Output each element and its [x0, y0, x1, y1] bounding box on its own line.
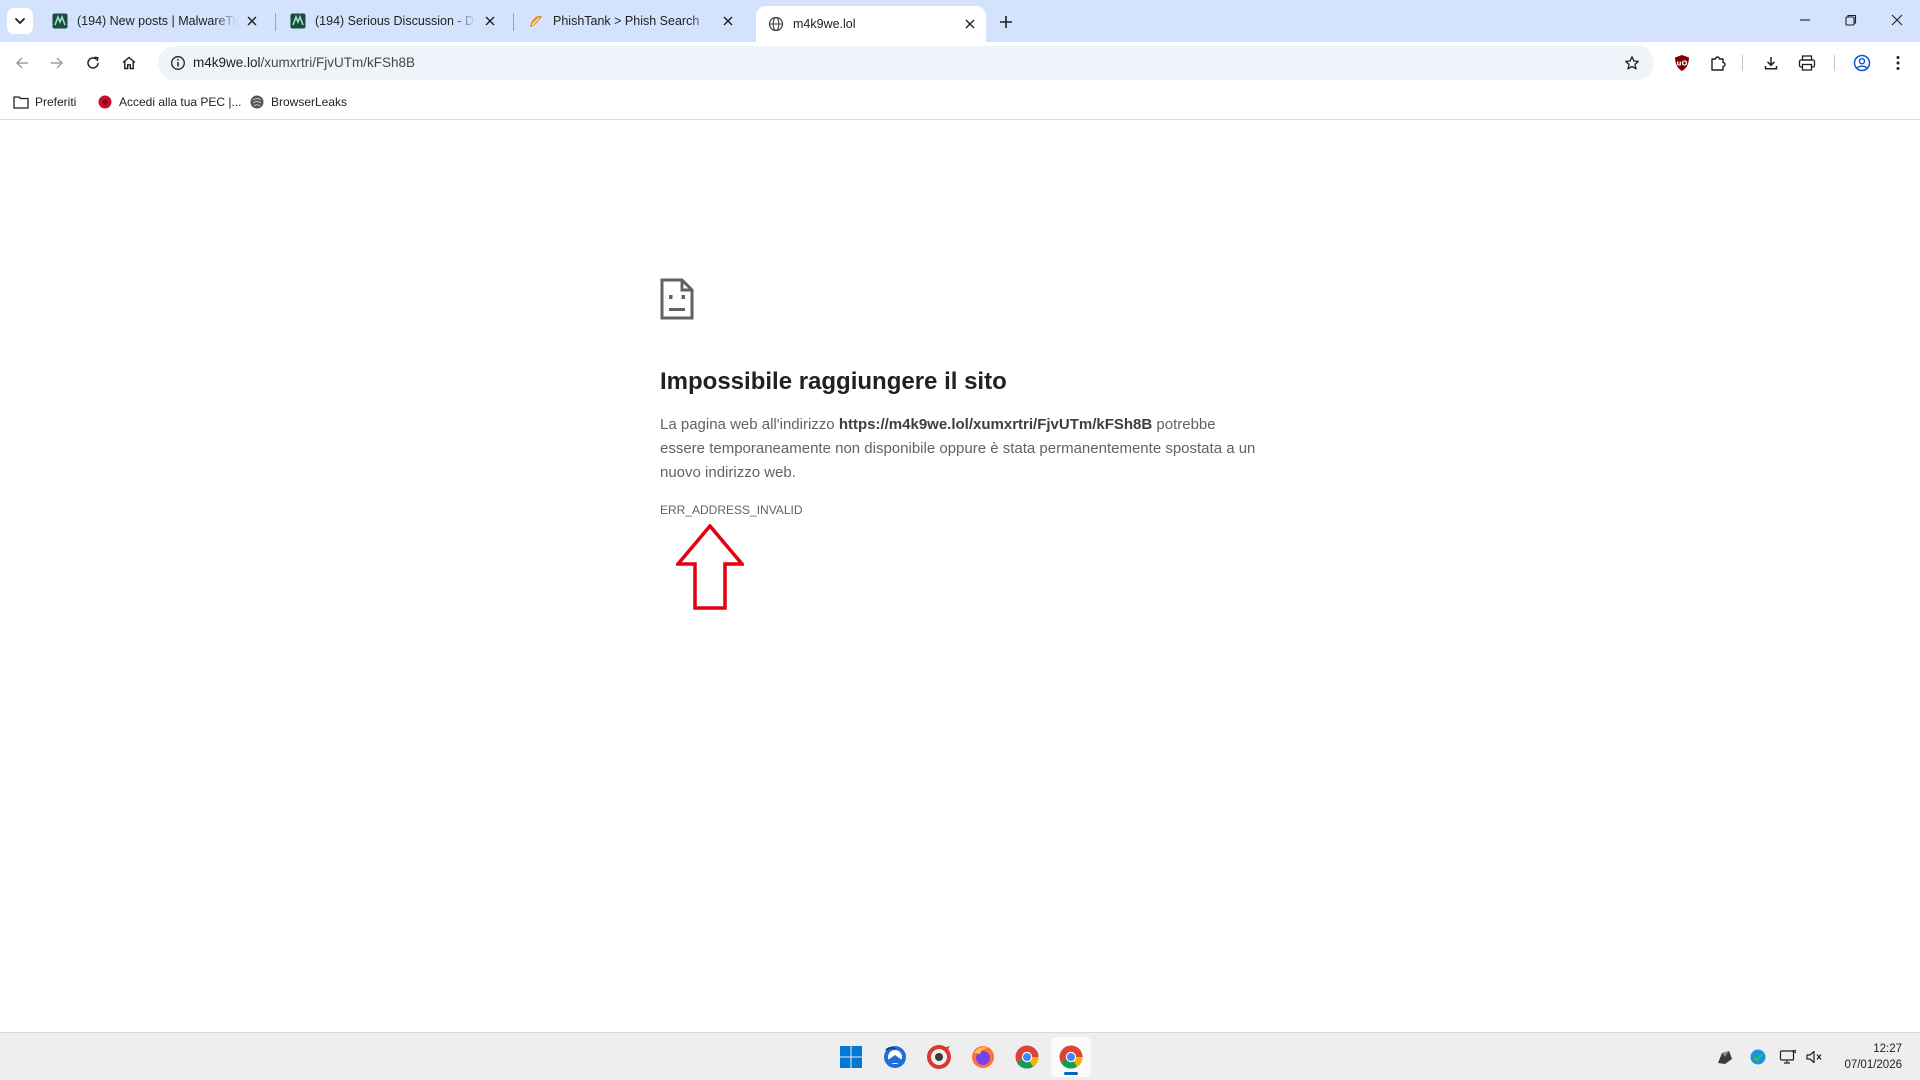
ublock-extension-button[interactable]: uO [1666, 47, 1698, 79]
minimize-icon [1800, 19, 1810, 21]
folder-icon [13, 94, 29, 110]
close-icon[interactable] [718, 11, 738, 31]
browserleaks-icon [249, 94, 265, 110]
ublock-shield-icon: uO [1675, 55, 1689, 71]
globe-icon [768, 16, 784, 32]
clock-date: 07/01/2026 [1844, 1059, 1902, 1071]
volume-muted-icon[interactable] [1805, 1048, 1823, 1066]
chevron-down-icon [15, 18, 25, 25]
browser-toolbar: m4k9we.lol/xumxrtri/FjvUTm/kFSh8B uO [0, 42, 1920, 84]
new-tab-button[interactable] [992, 8, 1020, 36]
tab-title: (194) New posts | MalwareTips [77, 14, 238, 28]
tab-malwaretips-new-posts[interactable]: (194) New posts | MalwareTips [40, 7, 268, 35]
back-button[interactable] [6, 47, 38, 79]
tab-title: PhishTank > Phish Search [553, 14, 700, 28]
restore-button[interactable] [1828, 0, 1874, 40]
error-body-prefix: La pagina web all'indirizzo [660, 416, 839, 433]
taskbar-firefox[interactable] [963, 1037, 1003, 1077]
minimize-button[interactable] [1782, 0, 1828, 40]
arrow-left-icon [15, 57, 28, 69]
toolbar-divider [1834, 55, 1835, 71]
bookmark-label: BrowserLeaks [271, 95, 348, 109]
close-icon [1891, 14, 1903, 26]
close-icon[interactable] [960, 14, 980, 34]
error-description: La pagina web all'indirizzo https://m4k9… [660, 413, 1260, 485]
ccleaner-icon [927, 1045, 951, 1069]
address-url[interactable]: m4k9we.lol/xumxrtri/FjvUTm/kFSh8B [193, 46, 415, 80]
forward-button[interactable] [41, 47, 73, 79]
close-icon[interactable] [480, 11, 500, 31]
taskbar-ccleaner[interactable] [919, 1037, 959, 1077]
kebab-menu-icon [1896, 56, 1900, 70]
arrow-right-icon [51, 57, 64, 69]
tab-title: m4k9we.lol [793, 17, 856, 31]
svg-text:uO: uO [1677, 60, 1688, 68]
puzzle-icon [1711, 56, 1726, 71]
bookmark-star-icon[interactable] [1618, 49, 1646, 77]
close-icon[interactable] [242, 11, 262, 31]
bookmark-label: Preferiti [35, 95, 77, 109]
tab-title: (194) Serious Discussion - DNS [315, 14, 476, 28]
tab-strip: (194) New posts | MalwareTips (194) Seri… [0, 0, 1920, 42]
url-path: /xumxrtri/FjvUTm/kFSh8B [260, 55, 416, 70]
chrome-icon [1015, 1045, 1039, 1069]
menu-button[interactable] [1882, 47, 1914, 79]
malwaretips-icon [290, 13, 306, 29]
tab-search-button[interactable] [7, 8, 33, 34]
tab-separator [513, 13, 514, 31]
printer-icon [1798, 55, 1816, 71]
firefox-icon [972, 1046, 994, 1068]
tab-separator [275, 13, 276, 31]
windows-start-button[interactable] [831, 1037, 871, 1077]
error-title: Impossibile raggiungere il sito [660, 368, 1007, 395]
security-shield-icon[interactable] [1749, 1048, 1767, 1066]
phishtank-icon [528, 13, 544, 29]
reload-button[interactable] [77, 47, 109, 79]
profile-avatar-icon [1853, 54, 1871, 72]
print-button[interactable] [1791, 47, 1823, 79]
bookmarks-bar: Preferiti Accedi alla tua PEC |... Brows… [0, 84, 1920, 120]
windows-taskbar: 12:27 07/01/2026 [0, 1032, 1920, 1080]
error-code: ERR_ADDRESS_INVALID [660, 503, 803, 517]
active-app-indicator [1064, 1072, 1078, 1075]
home-button[interactable] [113, 47, 145, 79]
taskbar-chrome[interactable] [1007, 1037, 1047, 1077]
download-icon [1764, 57, 1778, 70]
bookmark-label: Accedi alla tua PEC |... [119, 95, 242, 109]
taskbar-thunderbird[interactable] [875, 1037, 915, 1077]
restore-icon [1845, 14, 1857, 26]
bookmark-accedi-pec[interactable]: Accedi alla tua PEC |... [97, 90, 242, 114]
system-clock[interactable]: 12:27 07/01/2026 [1844, 1041, 1902, 1073]
thunderbird-icon [884, 1046, 906, 1068]
bookmark-preferiti[interactable]: Preferiti [13, 90, 76, 114]
sad-page-icon [660, 278, 694, 320]
site-info-icon[interactable] [164, 49, 192, 77]
tray-app-icon[interactable] [1716, 1048, 1734, 1066]
extensions-button[interactable] [1702, 47, 1734, 79]
windows-start-icon [840, 1046, 862, 1068]
close-window-button[interactable] [1874, 0, 1920, 40]
clock-time: 12:27 [1873, 1043, 1902, 1055]
url-host: m4k9we.lol [193, 55, 261, 70]
bookmark-browserleaks[interactable]: BrowserLeaks [249, 90, 347, 114]
red-arrow-annotation-icon [676, 524, 744, 610]
address-bar[interactable]: m4k9we.lol/xumxrtri/FjvUTm/kFSh8B [158, 46, 1654, 80]
plus-icon [1000, 16, 1012, 28]
toolbar-divider [1742, 55, 1743, 71]
reload-icon [87, 56, 99, 69]
malwaretips-icon [52, 13, 68, 29]
tab-m4k9we-active[interactable]: m4k9we.lol [756, 6, 986, 42]
tab-serious-discussion-dns[interactable]: (194) Serious Discussion - DNS [278, 7, 506, 35]
tab-phishtank-search[interactable]: PhishTank > Phish Search [516, 7, 744, 35]
chrome-active-icon [1059, 1045, 1083, 1069]
pec-icon [97, 94, 113, 110]
error-url: https://m4k9we.lol/xumxrtri/FjvUTm/kFSh8… [838, 416, 1153, 433]
home-icon [122, 56, 136, 70]
downloads-button[interactable] [1755, 47, 1787, 79]
network-icon[interactable] [1779, 1048, 1797, 1066]
page-content: Impossibile raggiungere il sito La pagin… [0, 121, 1920, 1032]
taskbar-chrome-active[interactable] [1051, 1037, 1091, 1077]
profile-button[interactable] [1846, 47, 1878, 79]
